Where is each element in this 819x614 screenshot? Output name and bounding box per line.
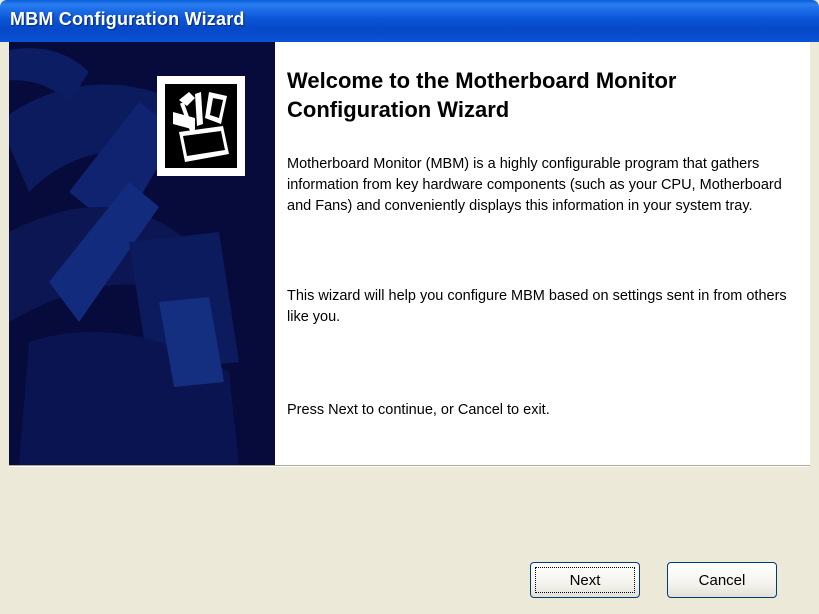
wizard-side-banner — [9, 42, 275, 465]
wizard-logo — [157, 76, 245, 176]
instruction-paragraph: Press Next to continue, or Cancel to exi… — [287, 402, 550, 418]
wizard-window: MBM Configuration Wizard Welcome to the … — [0, 0, 819, 614]
wizard-content-area: Welcome to the Motherboard Monitor Confi… — [275, 42, 810, 465]
wizard-heading: Welcome to the Motherboard Monitor Confi… — [287, 68, 677, 122]
purpose-paragraph: This wizard will help you configure MBM … — [287, 288, 787, 325]
button-area-separator — [9, 465, 810, 467]
toolbox-folder-icon — [165, 84, 237, 168]
window-title: MBM Configuration Wizard — [10, 9, 245, 29]
window-right-border — [810, 42, 819, 614]
title-bar[interactable]: MBM Configuration Wizard — [0, 0, 819, 42]
cancel-button[interactable]: Cancel — [667, 562, 777, 598]
description-paragraph: Motherboard Monitor (MBM) is a highly co… — [287, 156, 782, 214]
next-button[interactable]: Next — [530, 562, 640, 598]
